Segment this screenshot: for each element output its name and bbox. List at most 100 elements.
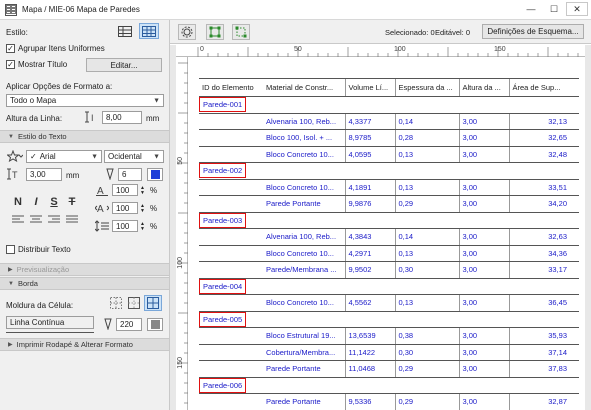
thickness-cell[interactable]: 0,38 (394, 327, 459, 345)
element-id-cell[interactable]: Parede-005 (199, 311, 579, 328)
height-cell[interactable]: 3,00 (458, 245, 509, 262)
line-spacing-spinner[interactable]: ▲ ▼ (140, 222, 145, 232)
select-in-model-icon[interactable] (232, 24, 250, 40)
thickness-cell[interactable]: 0,14 (394, 228, 459, 246)
height-cell[interactable]: 3,00 (458, 344, 509, 361)
distribute-checkbox[interactable] (6, 245, 15, 254)
text-effects-icon[interactable] (6, 149, 24, 163)
height-cell[interactable]: 3,00 (458, 228, 509, 246)
strikethrough-button[interactable]: T (65, 195, 79, 209)
volume-cell[interactable]: 11,1422 (344, 344, 395, 361)
volume-cell[interactable]: 11,0468 (344, 360, 395, 378)
column-header[interactable]: Área de Sup... (508, 78, 579, 97)
volume-cell[interactable]: 4,2971 (344, 245, 395, 262)
area-cell[interactable]: 36,45 (508, 294, 579, 312)
element-id-cell[interactable]: Parede-004 (199, 278, 579, 295)
settings-icon[interactable] (178, 24, 196, 40)
thickness-cell[interactable]: 0,13 (394, 294, 459, 312)
frame-outline-icon[interactable] (126, 296, 142, 310)
height-cell[interactable]: 3,00 (458, 294, 509, 312)
grid-view-icon[interactable] (139, 23, 159, 39)
close-button[interactable]: ✕ (566, 2, 588, 16)
char-spacing-spinner[interactable]: ▲ ▼ (140, 204, 145, 214)
line-type-select[interactable]: Linha Contínua (6, 316, 94, 329)
area-cell[interactable]: 33,51 (508, 179, 579, 196)
schema-settings-button[interactable]: Definições de Esquema... (482, 24, 584, 39)
thickness-cell[interactable]: 0,30 (394, 261, 459, 279)
thickness-cell[interactable]: 0,13 (394, 179, 459, 196)
list-view-icon[interactable] (117, 24, 133, 38)
area-cell[interactable]: 34,20 (508, 195, 579, 213)
area-cell[interactable]: 37,83 (508, 360, 579, 378)
thickness-cell[interactable]: 0,14 (394, 113, 459, 130)
italic-button[interactable]: I (29, 195, 43, 209)
column-header[interactable]: Material de Constr... (263, 78, 345, 97)
element-id-cell[interactable]: Parede-003 (199, 212, 579, 229)
bold-button[interactable]: N (11, 195, 25, 209)
frame-all-icon[interactable] (144, 295, 162, 311)
height-cell[interactable]: 3,00 (458, 327, 509, 345)
maximize-button[interactable]: ☐ (543, 2, 565, 16)
text-style-section[interactable]: ▼ Estilo do Texto (0, 130, 169, 143)
spinner-arrows-icon[interactable]: ▲ ▼ (140, 222, 145, 232)
area-cell[interactable]: 32,87 (508, 393, 579, 410)
group-uniform-checkbox[interactable]: ✓ (6, 44, 15, 53)
spinner-arrows-icon[interactable]: ▲ ▼ (140, 186, 145, 196)
line-spacing-field[interactable]: 100 (112, 220, 138, 232)
border-section[interactable]: ▼ Borda (0, 277, 169, 290)
volume-cell[interactable]: 13,6539 (344, 327, 395, 345)
align-justify-icon[interactable] (64, 213, 80, 227)
volume-cell[interactable]: 9,5336 (344, 393, 395, 410)
show-title-row[interactable]: ✓ Mostrar Título (6, 60, 67, 69)
height-cell[interactable]: 3,00 (458, 113, 509, 130)
column-header[interactable]: Espessura da ... (394, 78, 459, 97)
thickness-cell[interactable]: 0,13 (394, 245, 459, 262)
element-id-cell[interactable]: Parede-001 (199, 96, 579, 114)
distribute-row[interactable]: Distribuir Texto (6, 245, 71, 254)
material-cell[interactable]: Alvenaria 100, Reb... (263, 113, 345, 130)
volume-cell[interactable]: 4,0595 (344, 146, 395, 163)
font-select[interactable]: ✓ Arial ▼ (26, 150, 102, 163)
material-cell[interactable]: Cobertura/Membra... (263, 344, 345, 361)
height-cell[interactable]: 3,00 (458, 146, 509, 163)
align-left-icon[interactable] (10, 213, 26, 227)
height-cell[interactable]: 3,00 (458, 261, 509, 279)
height-cell[interactable]: 3,00 (458, 393, 509, 410)
group-uniform-row[interactable]: ✓ Agrupar Itens Uniformes (6, 44, 105, 53)
material-cell[interactable]: Bloco Estrutural 19... (263, 327, 345, 345)
volume-cell[interactable]: 9,9502 (344, 261, 395, 279)
volume-cell[interactable]: 9,9876 (344, 195, 395, 213)
minimize-button[interactable]: — (520, 2, 542, 16)
encoding-select[interactable]: Ocidental ▼ (104, 150, 164, 163)
volume-cell[interactable]: 4,1891 (344, 179, 395, 196)
thickness-cell[interactable]: 0,28 (394, 129, 459, 147)
height-cell[interactable]: 3,00 (458, 179, 509, 196)
area-cell[interactable]: 33,17 (508, 261, 579, 279)
row-height-field[interactable]: 8,00 (102, 111, 142, 124)
height-cell[interactable]: 3,00 (458, 195, 509, 213)
pen-color-swatch[interactable] (147, 168, 163, 181)
area-cell[interactable]: 35,93 (508, 327, 579, 345)
material-cell[interactable]: Parede/Membrana ... (263, 261, 345, 279)
height-cell[interactable]: 3,00 (458, 129, 509, 147)
volume-cell[interactable]: 4,5562 (344, 294, 395, 312)
pen-field[interactable]: 6 (118, 168, 142, 181)
vertical-scrollbar[interactable] (585, 45, 591, 410)
area-cell[interactable]: 32,48 (508, 146, 579, 163)
font-size-field[interactable]: 3,00 (26, 168, 62, 181)
area-cell[interactable]: 32,65 (508, 129, 579, 147)
apply-format-select[interactable]: Todo o Mapa ▼ (6, 94, 164, 107)
align-right-icon[interactable] (46, 213, 62, 227)
preview-section[interactable]: ▶ Previsualização (0, 263, 169, 276)
material-cell[interactable]: Parede Portante (263, 360, 345, 378)
edit-button[interactable]: Editar... (86, 58, 162, 72)
volume-cell[interactable]: 4,3377 (344, 113, 395, 130)
thickness-cell[interactable]: 0,29 (394, 360, 459, 378)
column-header[interactable]: ID do Elemento (199, 78, 263, 97)
height-cell[interactable]: 3,00 (458, 360, 509, 378)
thickness-cell[interactable]: 0,13 (394, 146, 459, 163)
material-cell[interactable]: Bloco 100, Isol. + ... (263, 129, 345, 147)
material-cell[interactable]: Parede Portante (263, 393, 345, 410)
line-pen-color-swatch[interactable] (147, 318, 163, 331)
show-title-checkbox[interactable]: ✓ (6, 60, 15, 69)
